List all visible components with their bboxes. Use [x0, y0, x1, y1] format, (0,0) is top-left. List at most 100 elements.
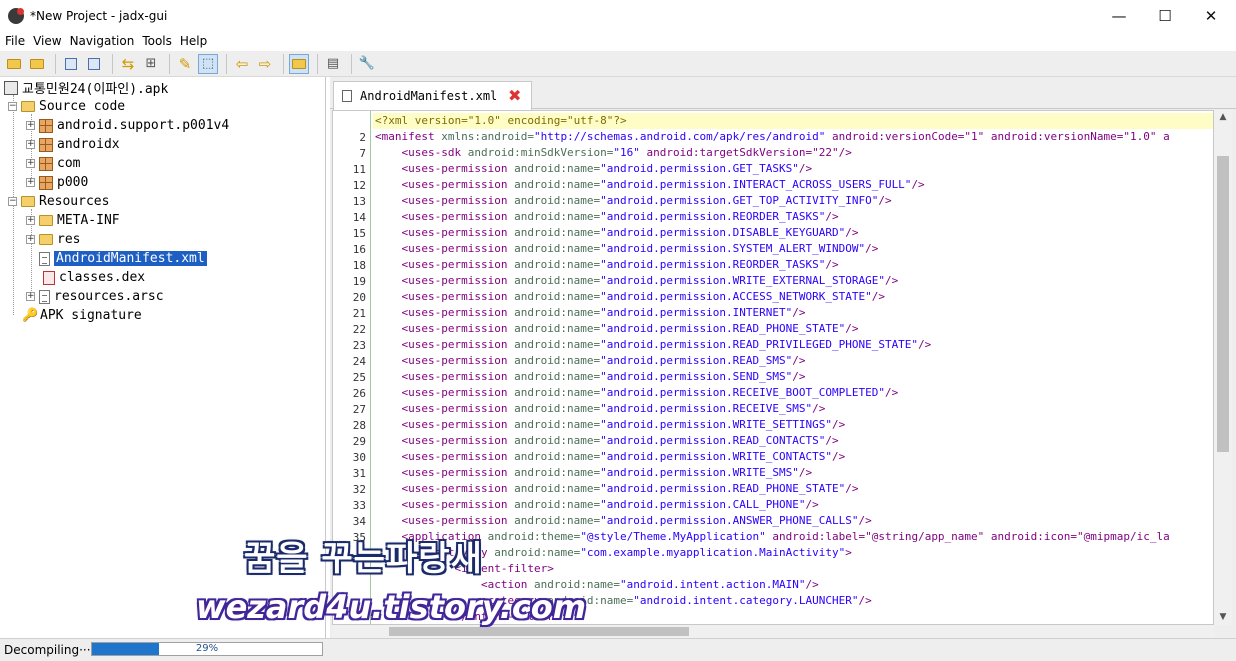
expand-toggle[interactable]: +	[26, 121, 35, 130]
code-token-tail: />	[878, 194, 892, 207]
code-token-attr: android:name=	[507, 162, 601, 175]
tree-file[interactable]: classes.dex	[43, 268, 145, 287]
scroll-up-icon[interactable]: ▲	[1214, 112, 1232, 122]
tree-label: Source code	[39, 99, 126, 114]
tree-label: Resources	[39, 194, 110, 209]
code-token-tag: <uses-permission	[375, 178, 508, 191]
close-button[interactable]: ✕	[1188, 0, 1234, 31]
tree-resources[interactable]: − Resources	[8, 192, 109, 211]
expand-toggle[interactable]: +	[26, 216, 35, 225]
menu-help[interactable]: Help	[180, 34, 207, 48]
toolbar-separator	[55, 53, 56, 74]
code-line: <uses-sdk android:minSdkVersion="16" and…	[375, 145, 851, 161]
code-token-attr: android:name=	[507, 402, 601, 415]
tree-package[interactable]: + p000	[26, 173, 88, 192]
expand-toggle[interactable]: +	[26, 178, 35, 187]
tree-apk-signature[interactable]: 🔑 APK signature	[22, 306, 142, 325]
tree-file-selected[interactable]: AndroidManifest.xml	[39, 249, 207, 268]
scrollbar-thumb[interactable]	[1217, 156, 1229, 452]
forward-icon[interactable]: ⇨	[255, 54, 275, 74]
scroll-down-icon[interactable]: ▼	[1214, 612, 1232, 622]
flatten-packages-icon[interactable]: ⊞	[141, 54, 161, 74]
collapse-toggle[interactable]: −	[8, 102, 17, 111]
tree-package[interactable]: + androidx	[26, 135, 120, 154]
tab-close-icon[interactable]: ✖	[508, 86, 521, 105]
menu-file[interactable]: File	[5, 34, 25, 48]
key-icon: 🔑	[22, 308, 39, 323]
line-number: 32	[352, 483, 366, 496]
tree-source-code[interactable]: − Source code	[8, 97, 125, 116]
collapse-toggle[interactable]: −	[8, 197, 17, 206]
code-token-tag: <uses-permission	[375, 450, 508, 463]
code-line: <manifest xmlns:android="http://schemas.…	[375, 129, 1170, 145]
code-token-tag: <uses-permission	[375, 434, 508, 447]
minimize-button[interactable]: —	[1096, 0, 1142, 31]
code-token-tail: />	[831, 450, 846, 463]
tree-file[interactable]: + resources.arsc	[26, 287, 164, 306]
code-token-tag: <?xml version="1.0" encoding="utf-8"?>	[375, 114, 627, 127]
code-line: <uses-permission android:name="android.p…	[375, 497, 819, 513]
toolbar-separator	[283, 53, 284, 74]
expand-toggle[interactable]: +	[26, 140, 35, 149]
export-icon[interactable]	[84, 54, 104, 74]
code-token-attr: android:theme=	[480, 530, 581, 543]
horizontal-scrollbar[interactable]	[332, 625, 1214, 638]
code-token-attr: android:name=	[507, 498, 601, 511]
tree-package[interactable]: + android.support.p001v4	[26, 116, 229, 135]
code-token-val: "android.permission.CALL_PHONE"	[600, 498, 806, 511]
tab-android-manifest[interactable]: AndroidManifest.xml ✖	[333, 81, 532, 110]
expand-toggle[interactable]: +	[26, 159, 35, 168]
back-icon[interactable]: ⇦	[232, 54, 252, 74]
code-token-tag: <uses-permission	[375, 466, 508, 479]
code-token-tail: />	[825, 434, 839, 447]
tree-label: p000	[57, 175, 89, 190]
line-number: 7	[359, 147, 366, 160]
line-number: 34	[352, 515, 366, 528]
tree-label: androidx	[57, 137, 120, 152]
line-number: 14	[352, 211, 366, 224]
log-icon[interactable]: ▤	[323, 54, 343, 74]
preferences-icon[interactable]: 🔧	[357, 54, 377, 74]
tree-folder[interactable]: + META-INF	[26, 211, 120, 230]
code-token-tag: <uses-permission	[375, 194, 508, 207]
code-token-attr: android:name=	[507, 482, 601, 495]
save-all-icon[interactable]	[61, 54, 81, 74]
code-token-tail: />	[805, 498, 819, 511]
tree-label: META-INF	[57, 213, 120, 228]
maximize-button[interactable]: ☐	[1142, 0, 1188, 31]
tab-strip: AndroidManifest.xml ✖	[330, 77, 1236, 110]
tree-package[interactable]: + com	[26, 154, 80, 173]
expand-toggle[interactable]: +	[26, 235, 35, 244]
tree-root[interactable]: 교통민원24(이파인).apk	[4, 78, 168, 97]
expand-toggle[interactable]: +	[26, 292, 35, 301]
code-token-tag: <uses-permission	[375, 482, 508, 495]
tree-folder[interactable]: + res	[26, 230, 80, 249]
menu-navigation[interactable]: Navigation	[70, 34, 135, 48]
watermark-title: 꿈을 꾸는파랑새	[244, 539, 483, 579]
code-token-val: "android.intent.action.MAIN"	[620, 578, 806, 591]
arsc-file-icon	[39, 289, 50, 304]
sync-tree-icon[interactable]: ⇆	[118, 54, 138, 74]
code-token-tag: <uses-permission	[375, 514, 508, 527]
vertical-scrollbar[interactable]: ▲ ▼	[1214, 110, 1232, 625]
scrollbar-thumb[interactable]	[389, 627, 689, 636]
search-icon[interactable]: ✎	[175, 54, 195, 74]
code-token-tag: <uses-permission	[375, 338, 508, 351]
code-token-tail: >	[845, 546, 852, 559]
menu-tools[interactable]: Tools	[142, 34, 172, 48]
add-files-icon[interactable]	[27, 54, 47, 74]
find-class-icon[interactable]: ⬚	[198, 53, 218, 74]
code-line: <uses-permission android:name="android.p…	[375, 193, 892, 209]
code-token-tail: />	[825, 210, 839, 223]
toolbar: ⇆ ⊞ ✎ ⬚ ⇦ ⇨ ▤ 🔧	[0, 51, 1236, 77]
menu-view[interactable]: View	[33, 34, 61, 48]
decompile-all-icon[interactable]	[289, 53, 309, 74]
code-token-tag: <uses-permission	[375, 274, 508, 287]
code-text[interactable]: <?xml version="1.0" encoding="utf-8"?> <m…	[373, 111, 1213, 624]
code-token-val: "android.permission.INTERACT_ACROSS_USER…	[600, 178, 912, 191]
code-token-val: "android.permission.REORDER_TASKS"	[600, 210, 826, 223]
tree-label: APK signature	[40, 308, 142, 323]
dex-file-icon	[43, 270, 55, 285]
code-token-attr: android:name=	[507, 434, 601, 447]
open-file-icon[interactable]	[4, 54, 24, 74]
